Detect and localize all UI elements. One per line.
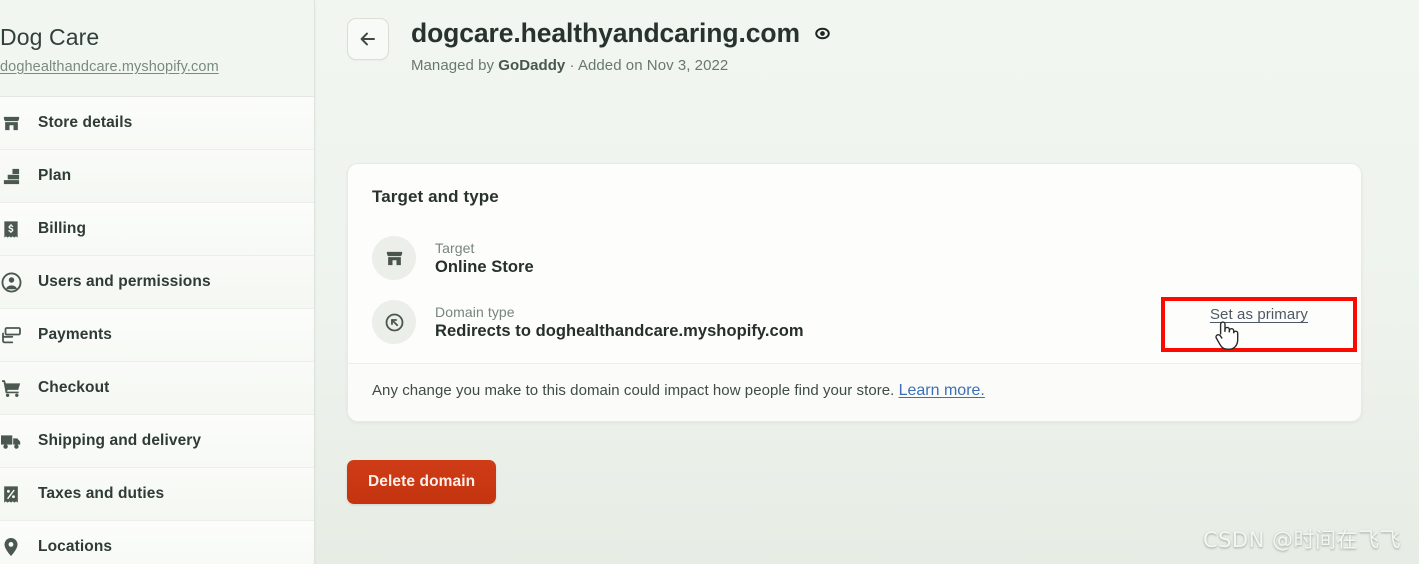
sidebar-item-label: Checkout [38,379,110,396]
sidebar-item-taxes-and-duties[interactable]: Taxes and duties [0,468,314,521]
settings-sidebar: Dog Care doghealthandcare.myshopify.com … [0,0,315,564]
title-row: dogcare.healthyandcaring.com [411,18,832,49]
sidebar-item-locations[interactable]: Locations [0,521,314,564]
card-body: Target and type Target Online Store Doma… [348,164,1361,363]
sidebar-item-label: Users and permissions [38,273,211,290]
page-header: dogcare.healthyandcaring.com Managed by … [314,0,1419,74]
sidebar-item-label: Locations [38,538,113,555]
sidebar-item-billing[interactable]: Billing [0,203,314,256]
store-url-link[interactable]: doghealthandcare.myshopify.com [0,59,219,75]
cart-icon [0,376,24,400]
card-title: Target and type [372,187,499,206]
billing-icon [0,217,24,241]
app-root: Dog Care doghealthandcare.myshopify.com … [0,0,1419,564]
set-as-primary-link[interactable]: Set as primary [1210,306,1308,323]
hand-cursor-pointer [1213,319,1240,358]
plan-icon [0,164,24,188]
back-button[interactable] [347,18,389,60]
target-and-type-card: Target and type Target Online Store Doma… [347,163,1362,422]
location-icon [0,535,24,559]
target-text: Target Online Store [435,240,1337,277]
card-footer: Any change you make to this domain could… [348,363,1361,421]
sidebar-item-payments[interactable]: Payments [0,309,314,362]
sidebar-item-label: Payments [38,326,113,343]
sidebar-item-plan[interactable]: Plan [0,150,314,203]
sidebar-item-shipping-and-delivery[interactable]: Shipping and delivery [0,415,314,468]
sidebar-item-store-details[interactable]: Store details [0,97,314,150]
eye-icon[interactable] [813,24,832,43]
store-icon [372,236,416,280]
arrow-left-icon [360,32,375,46]
set-as-primary-highlight: Set as primary [1161,297,1357,352]
target-row: Target Online Store [372,231,1337,285]
payments-icon [0,323,24,347]
page-header-text: dogcare.healthyandcaring.com Managed by … [411,14,832,74]
sidebar-item-label: Shipping and delivery [38,432,202,449]
store-icon [0,111,24,135]
sidebar-item-label: Billing [38,220,87,237]
sidebar-nav-list: Store details Plan Billing Users and per… [0,97,314,564]
subtitle-provider: GoDaddy [498,57,566,74]
user-icon [0,270,24,294]
delete-domain-button[interactable]: Delete domain [347,460,497,504]
domain-type-row: Domain type Redirects to doghealthandcar… [372,295,1357,352]
sidebar-item-label: Store details [38,114,133,131]
store-header: Dog Care doghealthandcare.myshopify.com [0,0,314,97]
page-title: dogcare.healthyandcaring.com [411,18,800,48]
target-label: Target [435,239,475,256]
learn-more-link[interactable]: Learn more. [899,382,985,399]
main-content: dogcare.healthyandcaring.com Managed by … [314,0,1419,564]
sidebar-item-users-and-permissions[interactable]: Users and permissions [0,256,314,309]
percent-icon [0,482,24,506]
sidebar-item-label: Taxes and duties [38,485,165,502]
redirect-icon [372,300,416,344]
subtitle-prefix: Managed by [411,57,499,74]
target-value: Online Store [435,257,534,276]
subtitle-suffix: · Added on Nov 3, 2022 [565,57,729,74]
sidebar-item-checkout[interactable]: Checkout [0,362,314,415]
page-subtitle: Managed by GoDaddy · Added on Nov 3, 202… [411,57,832,74]
truck-icon [0,429,24,453]
store-name: Dog Care [0,24,100,50]
footer-note: Any change you make to this domain could… [372,382,899,399]
sidebar-item-label: Plan [38,167,72,184]
